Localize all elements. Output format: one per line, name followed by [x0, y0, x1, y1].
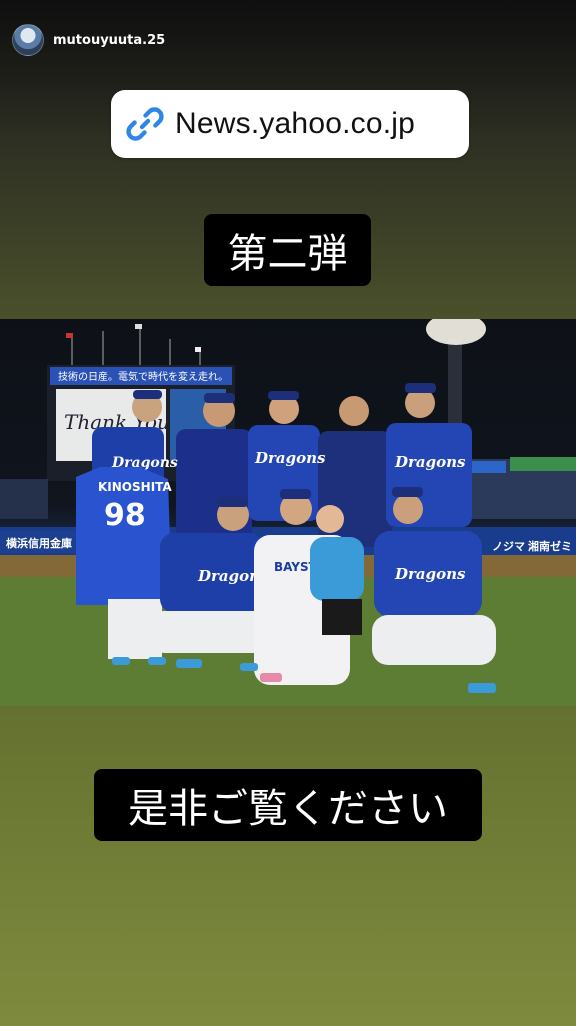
- scoreboard-banner: 技術の日産。電気で時代を変え走れ。: [58, 370, 228, 383]
- link-sticker[interactable]: News.yahoo.co.jp: [111, 90, 469, 158]
- ad-right-2: 湘南ゼミ: [528, 539, 572, 553]
- stadium-light: [426, 319, 486, 345]
- jersey-number: 98: [104, 498, 146, 533]
- caption-top: 第二弾: [204, 214, 371, 286]
- link-icon: [125, 104, 165, 144]
- jersey-name: KINOSHITA: [98, 480, 172, 494]
- caption-bottom: 是非ご覧ください: [94, 769, 482, 841]
- ad-left: 横浜信用金庫: [6, 536, 72, 550]
- jersey-wordmark-1: Dragons: [254, 449, 326, 467]
- link-url[interactable]: News.yahoo.co.jp: [175, 107, 415, 141]
- avatar[interactable]: [12, 24, 44, 56]
- held-jersey: KINOSHITA 98: [76, 467, 172, 605]
- ad-right-1: ノジマ: [492, 540, 525, 553]
- team-photo: 技術の日産。電気で時代を変え走れ。 Thank You 横浜信用金庫 ノジマ 湘…: [0, 319, 576, 706]
- jersey-wordmark-5: Dragons: [394, 565, 466, 583]
- username[interactable]: mutouyuuta.25: [53, 33, 165, 48]
- jersey-wordmark-2: Dragons: [394, 453, 466, 471]
- story-header[interactable]: mutouyuuta.25: [12, 24, 165, 56]
